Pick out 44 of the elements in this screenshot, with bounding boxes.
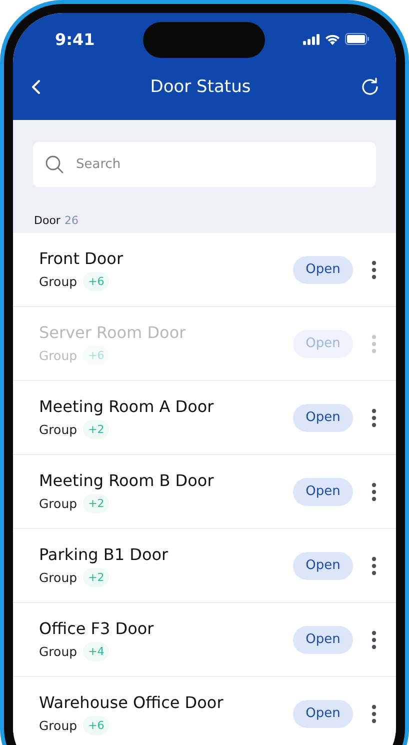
refresh-icon[interactable] [360, 76, 380, 96]
group-count-badge: +6 [83, 716, 110, 734]
door-name: Office F3 Door [39, 618, 155, 638]
group-count-badge: +6 [83, 272, 110, 290]
door-name: Server Room Door [39, 322, 187, 342]
open-button[interactable]: Open [293, 478, 353, 506]
door-count: 26 [64, 214, 78, 227]
door-name: Meeting Room B Door [39, 470, 215, 490]
more-options-icon[interactable] [371, 482, 377, 502]
signal-icon [303, 34, 320, 44]
more-options-icon[interactable] [371, 408, 377, 428]
section-label: Door [34, 214, 60, 227]
group-label: Group [39, 422, 78, 436]
open-button[interactable]: Open [293, 404, 353, 432]
search-icon [45, 155, 64, 174]
battery-icon [345, 33, 370, 45]
group-label: Group [39, 644, 78, 658]
status-time: 9:41 [55, 28, 95, 48]
more-options-icon[interactable] [371, 556, 377, 576]
group-count-badge: +2 [83, 420, 110, 438]
group-label: Group [39, 274, 78, 288]
group-count-badge: +2 [83, 568, 110, 586]
door-name: Parking B1 Door [39, 544, 170, 564]
search-field[interactable]: Search [33, 142, 376, 187]
more-options-icon[interactable] [371, 704, 377, 724]
group-label: Group [39, 718, 78, 732]
open-button[interactable]: Open [293, 552, 353, 580]
door-name: Front Door [39, 248, 124, 268]
group-count-badge: +2 [83, 494, 110, 512]
door-name: Meeting Room A Door [39, 396, 215, 416]
group-label: Group [39, 496, 78, 510]
group-count-badge: +6 [83, 346, 110, 364]
group-count-badge: +4 [83, 642, 110, 660]
back-icon[interactable] [31, 78, 41, 94]
open-button[interactable]: Open [293, 700, 353, 728]
screen-title: Door Status [150, 76, 251, 96]
open-button[interactable]: Open [293, 256, 353, 284]
group-label: Group [39, 570, 78, 584]
door-name: Warehouse Office Door [39, 692, 224, 712]
group-label: Group [39, 348, 78, 362]
open-button[interactable]: Open [293, 626, 353, 654]
more-options-icon[interactable] [371, 260, 377, 280]
wifi-icon [325, 34, 340, 44]
more-options-icon[interactable] [371, 630, 377, 650]
